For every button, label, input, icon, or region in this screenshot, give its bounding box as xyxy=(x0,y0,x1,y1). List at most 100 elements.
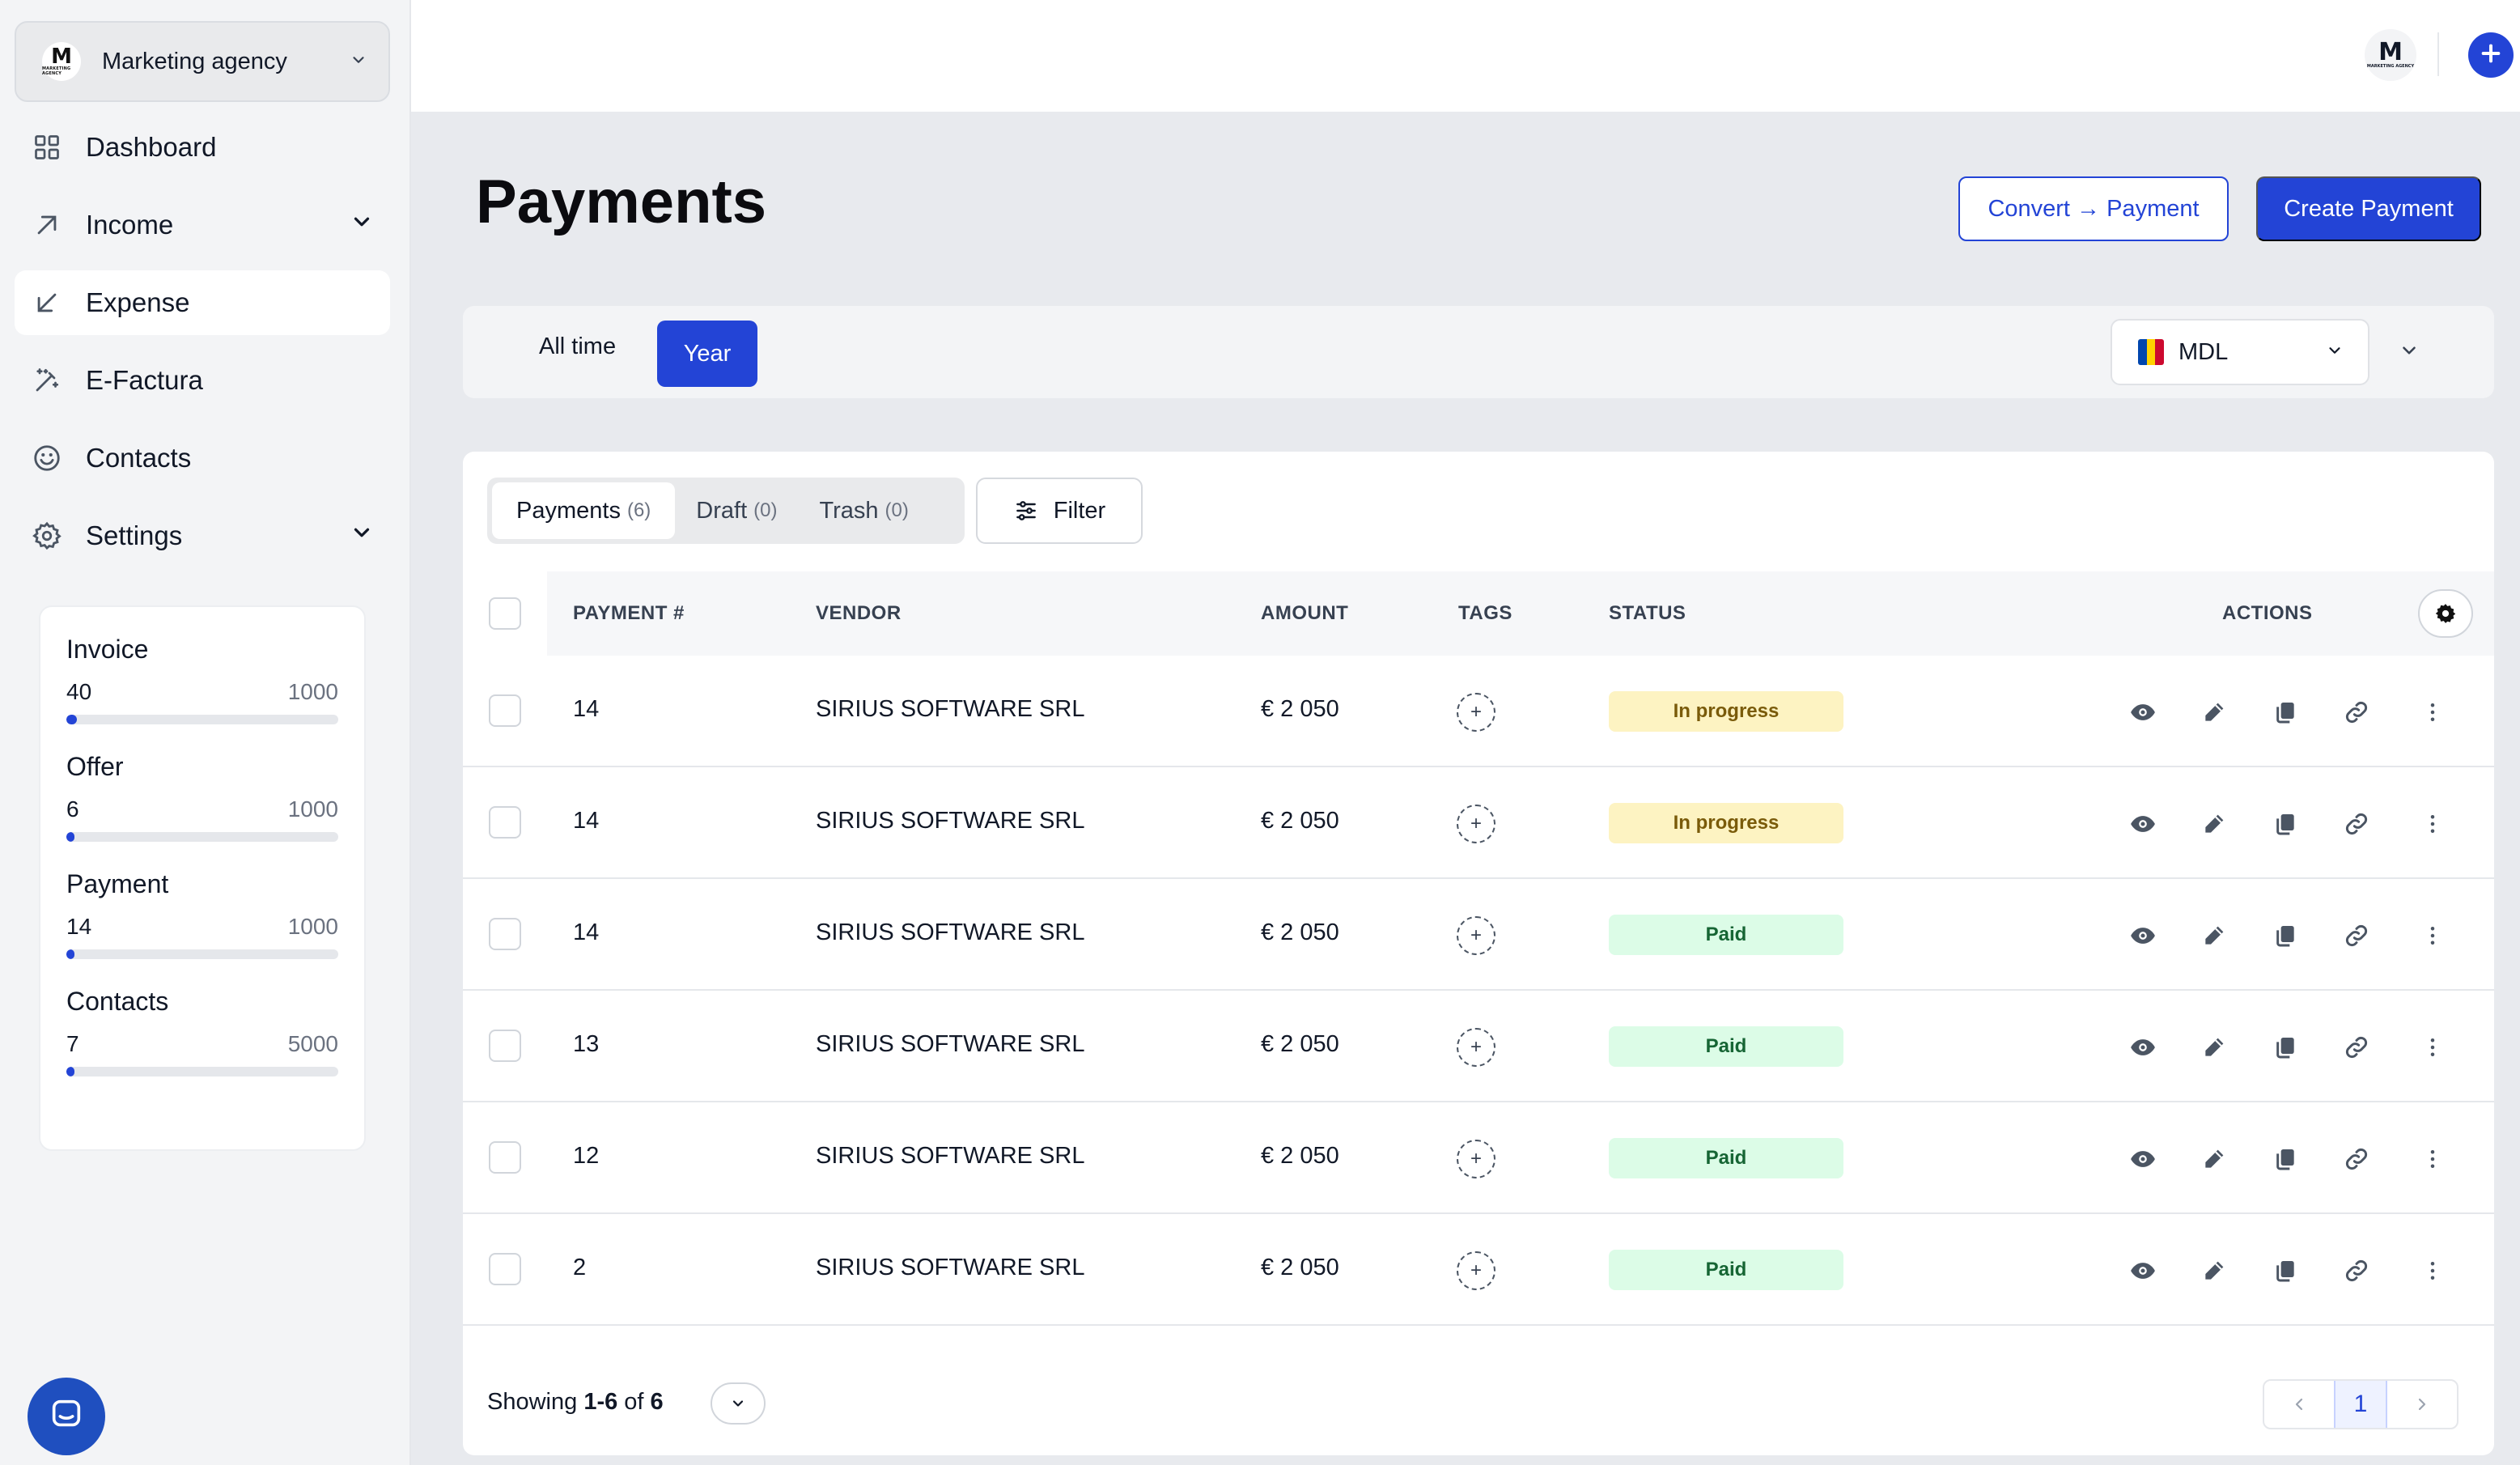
period-all-time[interactable]: All time xyxy=(539,333,616,360)
nav-item-efactura[interactable]: E-Factura xyxy=(15,348,390,413)
period-year[interactable]: Year xyxy=(657,321,757,387)
more-vertical-icon xyxy=(2420,1035,2445,1059)
column-settings-button[interactable] xyxy=(2418,589,2473,638)
share-link-action-button[interactable] xyxy=(2342,1256,2371,1285)
tab-payments[interactable]: Payments (6) xyxy=(492,482,676,539)
view-action-button[interactable] xyxy=(2128,1033,2157,1062)
column-header-payment[interactable]: PAYMENT # xyxy=(573,602,685,625)
usage-contacts: Contacts 7 5000 xyxy=(66,987,338,1076)
add-tag-button[interactable]: + xyxy=(1457,1140,1495,1178)
duplicate-action-button[interactable] xyxy=(2271,921,2300,950)
more-vertical-icon xyxy=(2420,812,2445,836)
add-tag-button[interactable]: + xyxy=(1457,693,1495,732)
duplicate-action-button[interactable] xyxy=(2271,1144,2300,1174)
currency-select[interactable]: MDL xyxy=(2111,319,2369,385)
nav-item-dashboard[interactable]: Dashboard xyxy=(15,115,390,180)
edit-action-button[interactable] xyxy=(2200,698,2229,727)
payment-number[interactable]: 14 xyxy=(573,808,599,834)
add-tag-button[interactable]: + xyxy=(1457,916,1495,955)
row-checkbox[interactable] xyxy=(489,806,521,839)
select-all-checkbox[interactable] xyxy=(489,597,521,630)
table-row[interactable]: 12 SIRIUS SOFTWARE SRL € 2 050 + Paid xyxy=(463,1102,2494,1214)
row-checkbox[interactable] xyxy=(489,1141,521,1174)
edit-action-button[interactable] xyxy=(2200,1144,2229,1174)
more-action-button[interactable] xyxy=(2418,809,2447,839)
share-link-action-button[interactable] xyxy=(2342,921,2371,950)
nav-item-expense[interactable]: Expense xyxy=(15,270,390,335)
quick-add-button[interactable] xyxy=(2468,32,2514,78)
view-action-button[interactable] xyxy=(2128,1256,2157,1285)
duplicate-action-button[interactable] xyxy=(2271,698,2300,727)
edit-action-button[interactable] xyxy=(2200,921,2229,950)
more-action-button[interactable] xyxy=(2418,1144,2447,1174)
table-row[interactable]: 13 SIRIUS SOFTWARE SRL € 2 050 + Paid xyxy=(463,991,2494,1102)
nav-label: Dashboard xyxy=(86,132,217,162)
payment-number[interactable]: 2 xyxy=(573,1255,586,1281)
plus-icon: + xyxy=(1470,924,1482,946)
view-action-button[interactable] xyxy=(2128,809,2157,839)
convert-to-payment-button[interactable]: Convert → Payment xyxy=(1958,176,2229,241)
more-action-button[interactable] xyxy=(2418,1033,2447,1062)
payment-number[interactable]: 13 xyxy=(573,1031,599,1058)
edit-action-button[interactable] xyxy=(2200,1256,2229,1285)
avatar[interactable]: M MARKETING AGENCY xyxy=(2365,29,2416,81)
column-header-status[interactable]: STATUS xyxy=(1609,602,1686,625)
column-header-amount[interactable]: AMOUNT xyxy=(1261,602,1348,625)
more-action-button[interactable] xyxy=(2418,1256,2447,1285)
payment-number[interactable]: 14 xyxy=(573,696,599,723)
nav-item-contacts[interactable]: Contacts xyxy=(15,426,390,490)
column-header-vendor[interactable]: VENDOR xyxy=(816,602,902,625)
chat-button[interactable] xyxy=(28,1378,105,1455)
pencil-icon xyxy=(2201,923,2227,949)
usage-bar-fill xyxy=(66,832,74,842)
duplicate-action-button[interactable] xyxy=(2271,809,2300,839)
chevron-down-icon xyxy=(2326,339,2344,366)
row-checkbox[interactable] xyxy=(489,918,521,950)
next-page-button[interactable] xyxy=(2387,1381,2457,1428)
share-link-action-button[interactable] xyxy=(2342,698,2371,727)
share-link-action-button[interactable] xyxy=(2342,1144,2371,1174)
add-tag-button[interactable]: + xyxy=(1457,1251,1495,1290)
chevron-down-icon[interactable] xyxy=(2399,340,2420,365)
payment-number[interactable]: 14 xyxy=(573,919,599,946)
nav-item-settings[interactable]: Settings xyxy=(15,503,390,568)
edit-action-button[interactable] xyxy=(2200,809,2229,839)
create-payment-button[interactable]: Create Payment xyxy=(2256,176,2481,241)
top-bar xyxy=(411,0,2520,112)
eye-icon xyxy=(2129,699,2157,726)
share-link-action-button[interactable] xyxy=(2342,1033,2371,1062)
eye-icon xyxy=(2129,922,2157,949)
more-action-button[interactable] xyxy=(2418,921,2447,950)
share-link-action-button[interactable] xyxy=(2342,809,2371,839)
tab-trash[interactable]: Trash (0) xyxy=(798,482,929,539)
page-button-current[interactable]: 1 xyxy=(2334,1381,2387,1428)
row-checkbox[interactable] xyxy=(489,1253,521,1285)
add-tag-button[interactable]: + xyxy=(1457,1028,1495,1067)
tab-draft[interactable]: Draft (0) xyxy=(675,482,798,539)
table-row[interactable]: 14 SIRIUS SOFTWARE SRL € 2 050 + In progress xyxy=(463,656,2494,767)
payment-number[interactable]: 12 xyxy=(573,1143,599,1170)
filter-button[interactable]: Filter xyxy=(976,478,1143,544)
table-row[interactable]: 2 SIRIUS SOFTWARE SRL € 2 050 + Paid xyxy=(463,1214,2494,1326)
view-action-button[interactable] xyxy=(2128,921,2157,950)
table-row[interactable]: 14 SIRIUS SOFTWARE SRL € 2 050 + In progress xyxy=(463,767,2494,879)
duplicate-action-button[interactable] xyxy=(2271,1256,2300,1285)
add-tag-button[interactable]: + xyxy=(1457,805,1495,843)
pencil-icon xyxy=(2201,1034,2227,1060)
row-checkbox[interactable] xyxy=(489,694,521,727)
more-action-button[interactable] xyxy=(2418,698,2447,727)
tab-count: (6) xyxy=(626,499,651,521)
pencil-icon xyxy=(2201,1258,2227,1284)
prev-page-button[interactable] xyxy=(2264,1381,2334,1428)
org-switcher[interactable]: M MARKETING AGENCY Marketing agency xyxy=(15,21,390,102)
view-action-button[interactable] xyxy=(2128,1144,2157,1174)
nav-item-income[interactable]: Income xyxy=(15,193,390,257)
row-checkbox[interactable] xyxy=(489,1030,521,1062)
table-row[interactable]: 14 SIRIUS SOFTWARE SRL € 2 050 + Paid xyxy=(463,879,2494,991)
page-size-dropdown[interactable] xyxy=(711,1382,766,1425)
pencil-icon xyxy=(2201,1146,2227,1172)
edit-action-button[interactable] xyxy=(2200,1033,2229,1062)
view-action-button[interactable] xyxy=(2128,698,2157,727)
duplicate-action-button[interactable] xyxy=(2271,1033,2300,1062)
status-badge: Paid xyxy=(1609,915,1843,955)
